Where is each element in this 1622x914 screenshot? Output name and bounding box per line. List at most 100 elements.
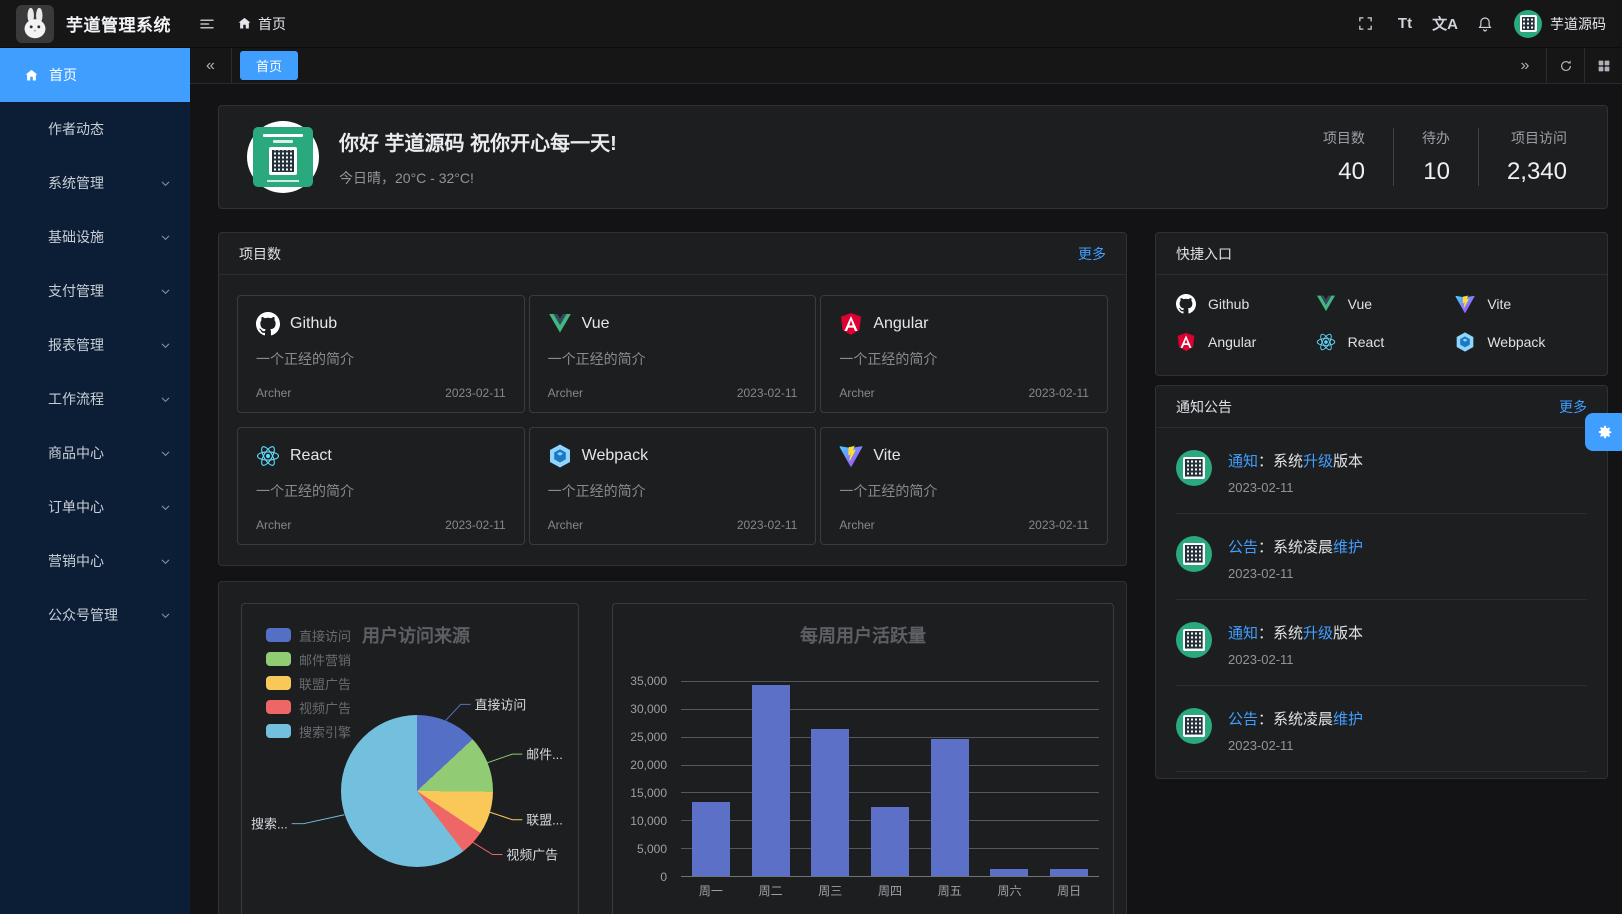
user-menu[interactable]: 芋道源码 (1514, 10, 1606, 38)
notice-text: 版本 (1333, 625, 1363, 642)
shortcut-vite[interactable]: Vite (1455, 291, 1587, 317)
stat-value: 40 (1323, 158, 1365, 186)
chevron-down-icon (159, 393, 172, 406)
sidebar-item-label: 商品中心 (48, 443, 149, 463)
notices-title: 通知公告 (1176, 397, 1232, 417)
project-card-react[interactable]: React 一个正经的简介 Archer 2023-02-11 (237, 427, 525, 545)
notice-highlight: 升级 (1303, 625, 1333, 642)
sidebar-item-label: 首页 (49, 65, 77, 85)
notice-text: ：系统 (1258, 453, 1303, 470)
project-card-vite[interactable]: Vite 一个正经的简介 Archer 2023-02-11 (820, 427, 1108, 545)
project-author: Archer (839, 386, 874, 400)
project-date: 2023-02-11 (737, 518, 798, 532)
font-size-button[interactable]: Tt (1388, 7, 1422, 41)
tabs-strip: 首页 (232, 48, 1504, 83)
refresh-tab-button[interactable] (1546, 48, 1584, 83)
y-tick-label: 10,000 (613, 814, 667, 828)
welcome-stats: 项目数 40 待办 10 项目访问 2,340 (1295, 128, 1567, 186)
shortcut-react[interactable]: React (1316, 329, 1448, 355)
notifications-button[interactable] (1468, 7, 1502, 41)
tabs-scroll-right-button[interactable]: » (1504, 48, 1546, 83)
pie-callouts: 直接访问 邮件... 联盟... 视频广告 搜索... (242, 604, 578, 914)
project-author: Archer (256, 518, 291, 532)
breadcrumb[interactable]: 首页 (237, 14, 286, 34)
fullscreen-button[interactable] (1348, 7, 1382, 41)
main-area: « 首页 » (190, 48, 1622, 914)
github-icon (1176, 294, 1196, 314)
sidebar-item-workflow[interactable]: 工作流程 (0, 372, 190, 426)
notice-tag: 公告 (1228, 539, 1258, 556)
fullscreen-icon (1357, 15, 1374, 32)
stat-value: 2,340 (1507, 158, 1567, 186)
user-name: 芋道源码 (1550, 14, 1606, 34)
shortcuts-grid: Github Vue Vite (1156, 275, 1607, 375)
y-tick-label: 20,000 (613, 758, 667, 772)
sidebar-item-label: 公众号管理 (48, 605, 149, 625)
tab-home[interactable]: 首页 (240, 51, 298, 80)
sidebar-item-order[interactable]: 订单中心 (0, 480, 190, 534)
project-card-github[interactable]: Github 一个正经的简介 Archer 2023-02-11 (237, 295, 525, 413)
charts-card: 用户访问来源 直接访问 邮件营销 (218, 581, 1127, 914)
chevron-down-icon (159, 555, 172, 568)
sidebar-item-label: 作者动态 (48, 119, 172, 139)
bar-x-axis: 周一周二周三周四周五周六周日 (681, 882, 1099, 899)
webpack-icon (1455, 332, 1475, 352)
notice-item[interactable]: 公告：系统凌晨维护 2023-02-11 (1176, 514, 1587, 600)
notice-text: ：系统 (1258, 625, 1303, 642)
x-tick-label: 周四 (860, 882, 920, 899)
shortcut-vue[interactable]: Vue (1316, 291, 1448, 317)
bar (1050, 869, 1088, 876)
notice-date: 2023-02-11 (1228, 566, 1363, 581)
notice-item[interactable]: 公告：系统凌晨维护 2023-02-11 (1176, 686, 1587, 772)
notice-tag: 公告 (1228, 711, 1258, 728)
project-name: Vue (582, 315, 610, 333)
tabs-scroll-left-button[interactable]: « (190, 48, 232, 83)
sidebar-item-home[interactable]: 首页 (0, 48, 190, 102)
shortcut-label: Webpack (1487, 334, 1545, 350)
shortcut-label: Vue (1348, 296, 1372, 312)
project-desc: 一个正经的简介 (548, 349, 798, 369)
bar-y-axis: 05,00010,00015,00020,00025,00030,00035,0… (613, 681, 675, 877)
sidebar-collapse-button[interactable] (193, 10, 221, 38)
sidebar-item-wechat[interactable]: 公众号管理 (0, 588, 190, 642)
shortcut-angular[interactable]: Angular (1176, 329, 1308, 355)
project-card-webpack[interactable]: Webpack 一个正经的简介 Archer 2023-02-11 (529, 427, 817, 545)
sidebar-item-author-news[interactable]: 作者动态 (0, 102, 190, 156)
project-card-angular[interactable]: Angular 一个正经的简介 Archer 2023-02-11 (820, 295, 1108, 413)
notices-more-link[interactable]: 更多 (1559, 397, 1587, 417)
sidebar-item-label: 支付管理 (48, 281, 149, 301)
project-desc: 一个正经的简介 (256, 349, 506, 369)
y-tick-label: 0 (613, 870, 667, 884)
shortcut-webpack[interactable]: Webpack (1455, 329, 1587, 355)
project-card-vue[interactable]: Vue 一个正经的简介 Archer 2023-02-11 (529, 295, 817, 413)
bar (871, 807, 909, 876)
project-author: Archer (548, 518, 583, 532)
notice-item[interactable]: 通知：系统升级版本 2023-02-11 (1176, 428, 1587, 514)
tab-layout-button[interactable] (1584, 48, 1622, 83)
shortcut-label: Vite (1487, 296, 1511, 312)
chevron-down-icon (159, 285, 172, 298)
sidebar-item-marketing[interactable]: 营销中心 (0, 534, 190, 588)
sidebar-item-infra[interactable]: 基础设施 (0, 210, 190, 264)
sidebar-item-report[interactable]: 报表管理 (0, 318, 190, 372)
sidebar-item-payment[interactable]: 支付管理 (0, 264, 190, 318)
theme-settings-button[interactable] (1585, 413, 1622, 451)
y-tick-label: 30,000 (613, 702, 667, 716)
shortcut-github[interactable]: Github (1176, 291, 1308, 317)
x-tick-label: 周二 (741, 882, 801, 899)
vue-icon (1316, 294, 1336, 314)
sidebar-item-product[interactable]: 商品中心 (0, 426, 190, 480)
project-desc: 一个正经的简介 (839, 349, 1089, 369)
sidebar-item-system[interactable]: 系统管理 (0, 156, 190, 210)
chevron-down-icon (159, 609, 172, 622)
projects-title: 项目数 (239, 244, 281, 264)
projects-more-link[interactable]: 更多 (1078, 244, 1106, 264)
locale-switch-button[interactable]: 文A (1428, 7, 1462, 41)
project-author: Archer (256, 386, 291, 400)
project-name: Vite (873, 447, 900, 465)
bar-slot (1039, 681, 1099, 876)
react-icon (1316, 332, 1336, 352)
y-tick-label: 35,000 (613, 674, 667, 688)
notice-item[interactable]: 通知：系统升级版本 2023-02-11 (1176, 600, 1587, 686)
notice-avatar (1176, 536, 1212, 572)
